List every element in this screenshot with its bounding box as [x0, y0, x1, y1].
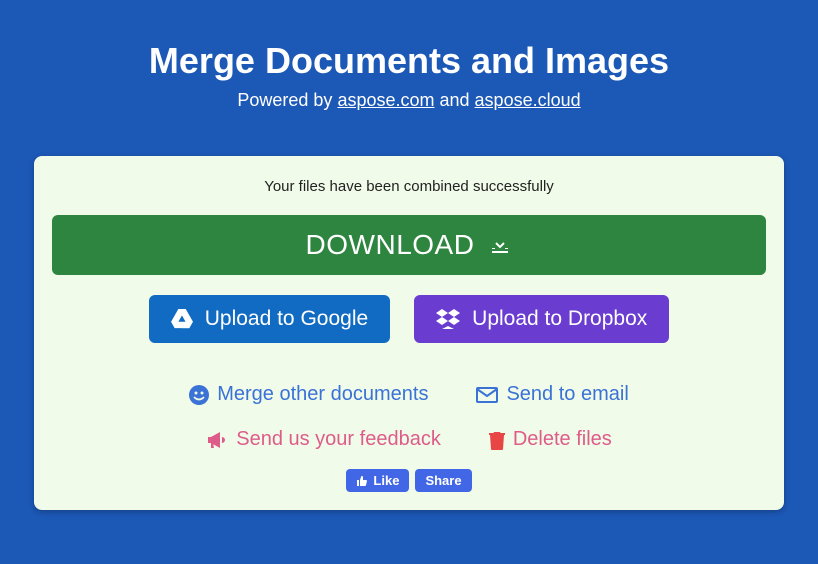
upload-google-label: Upload to Google — [205, 307, 368, 331]
fb-like-label: Like — [373, 473, 399, 488]
merge-other-link[interactable]: Merge other documents — [189, 383, 428, 406]
upload-dropbox-button[interactable]: Upload to Dropbox — [414, 295, 669, 343]
page-header: Merge Documents and Images Powered by as… — [0, 40, 818, 111]
upload-row: Upload to Google Upload to Dropbox — [52, 295, 766, 343]
download-button[interactable]: DOWNLOAD — [52, 215, 766, 275]
trash-icon — [489, 430, 505, 450]
powered-prefix: Powered by — [237, 90, 337, 110]
thumbs-up-icon — [356, 475, 368, 487]
fb-share-button[interactable]: Share — [415, 469, 471, 492]
status-message: Your files have been combined successful… — [52, 178, 766, 195]
upload-dropbox-label: Upload to Dropbox — [472, 307, 647, 331]
smile-icon — [189, 385, 209, 405]
link-aspose-cloud[interactable]: aspose.cloud — [475, 90, 581, 110]
envelope-icon — [476, 387, 498, 403]
social-row: Like Share — [52, 469, 766, 492]
upload-google-button[interactable]: Upload to Google — [149, 295, 390, 343]
result-card: Your files have been combined successful… — [34, 156, 784, 510]
bullhorn-icon — [206, 430, 228, 450]
fb-like-button[interactable]: Like — [346, 469, 409, 492]
link-aspose-com[interactable]: aspose.com — [337, 90, 434, 110]
download-icon — [488, 233, 512, 257]
send-email-link[interactable]: Send to email — [476, 383, 628, 406]
download-label: DOWNLOAD — [306, 229, 475, 261]
fb-share-label: Share — [425, 473, 461, 488]
links-row-2: Send us your feedback Delete files — [52, 428, 766, 451]
feedback-label: Send us your feedback — [236, 428, 441, 451]
delete-files-label: Delete files — [513, 428, 612, 451]
google-drive-icon — [171, 309, 193, 329]
page-subtitle: Powered by aspose.com and aspose.cloud — [0, 90, 818, 111]
and-text: and — [435, 90, 475, 110]
links-row-1: Merge other documents Send to email — [52, 383, 766, 406]
page-title: Merge Documents and Images — [0, 40, 818, 82]
send-email-label: Send to email — [506, 383, 628, 406]
feedback-link[interactable]: Send us your feedback — [206, 428, 441, 451]
merge-other-label: Merge other documents — [217, 383, 428, 406]
delete-files-link[interactable]: Delete files — [489, 428, 612, 451]
dropbox-icon — [436, 309, 460, 329]
